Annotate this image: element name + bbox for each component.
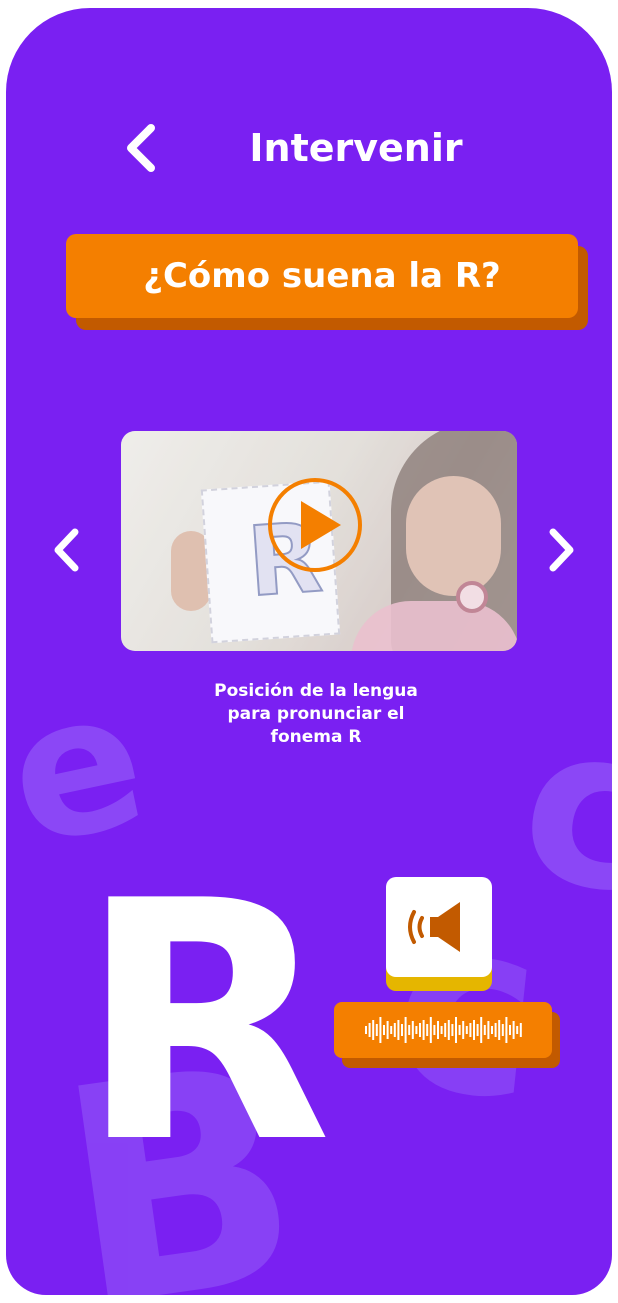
previous-video-button[interactable] — [46, 520, 86, 580]
video-player[interactable]: R — [121, 431, 517, 651]
page-title: Intervenir — [249, 126, 463, 170]
chevron-left-icon — [54, 528, 79, 572]
waveform-button[interactable] — [334, 1002, 552, 1058]
play-button[interactable] — [265, 475, 365, 575]
question-banner: ¿Cómo suena la R? — [66, 234, 578, 318]
chevron-right-icon — [549, 528, 574, 572]
next-video-button[interactable] — [542, 520, 582, 580]
back-button[interactable] — [116, 118, 166, 178]
speaker-button[interactable] — [386, 877, 492, 977]
play-icon — [268, 478, 362, 572]
waveform-icon — [365, 1017, 522, 1043]
letter-display: R — [78, 831, 333, 1215]
speaker-icon — [408, 902, 460, 952]
video-caption: Posición de la lengua para pronunciar el… — [214, 681, 418, 747]
chevron-left-icon — [127, 124, 155, 172]
app-screen: e B c c Intervenir ¿Cómo suena la R? R — [6, 8, 612, 1295]
